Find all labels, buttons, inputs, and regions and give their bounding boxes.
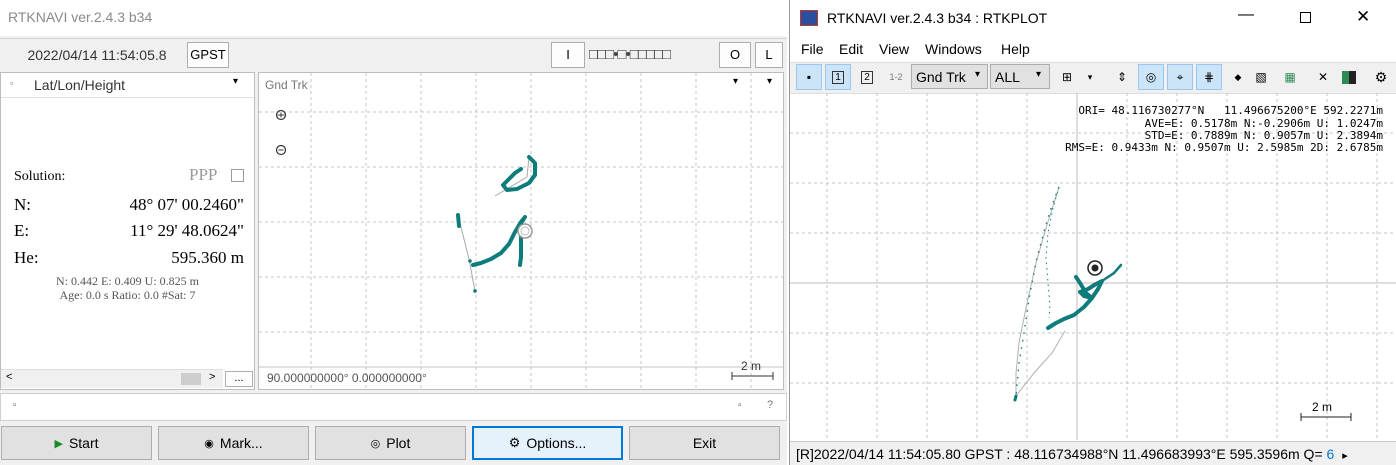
crosshair-icon[interactable]: ⌖ <box>1167 64 1193 90</box>
animation-icon[interactable] <box>1336 64 1362 90</box>
solution-2-button[interactable]: 2 <box>854 64 880 90</box>
panel-menu-icon: ▫ <box>10 78 14 88</box>
map-image-icon[interactable]: ▧ <box>1248 64 1274 90</box>
longitude-label: E: <box>14 221 30 240</box>
rtknavi-title: RTKNAVI ver.2.4.3 b34 <box>8 9 153 25</box>
stream-status-indicator: □□□•□•□□□□□ <box>589 46 671 63</box>
close-icon[interactable]: ✕ <box>1356 7 1370 27</box>
app-icon <box>800 10 818 26</box>
menu-edit[interactable]: Edit <box>839 41 863 57</box>
mark-icon: ◉ <box>204 437 214 450</box>
zoom-in-icon[interactable] <box>275 109 287 121</box>
navi-ground-track-plot <box>259 73 783 389</box>
log-stream-button[interactable]: L <box>755 42 783 68</box>
play-icon: ▶ <box>54 437 63 450</box>
solution-type-dropdown[interactable]: ▫ Lat/Lon/Height ▾ <box>1 73 254 98</box>
solution-mode: PPP <box>189 165 218 184</box>
scale-bar <box>731 372 774 380</box>
menu-help[interactable]: Help <box>1001 41 1030 57</box>
panel-menu-icon[interactable]: ▫ <box>13 400 17 411</box>
horizontal-scrollbar[interactable]: < > <box>1 369 223 388</box>
longitude-value: 11° 29' 48.0624" <box>130 221 244 240</box>
solution-1-button[interactable]: 1 <box>825 64 851 90</box>
more-button[interactable]: ... <box>225 371 253 387</box>
plot-icon: ◎ <box>370 437 381 450</box>
status-arrow-icon[interactable]: ▸ <box>1338 450 1348 462</box>
chevron-down-icon: ▾ <box>233 76 239 87</box>
exit-label: Exit <box>692 435 717 451</box>
gear-icon[interactable]: ⚙ <box>1368 64 1394 90</box>
rtknavi-window: RTKNAVI ver.2.4.3 b34 2022/04/14 11:54:0… <box>0 0 787 465</box>
plot-type-select[interactable]: Gnd Trk ▾ <box>911 64 988 89</box>
satellite-filter-select[interactable]: ALL ▾ <box>990 64 1050 89</box>
options-button[interactable]: ⚙ Options... <box>472 426 623 460</box>
menu-windows[interactable]: Windows <box>925 41 982 57</box>
height-label: He: <box>14 248 39 267</box>
rtknavi-plot-panel[interactable]: Gnd Trk ▾ ▾ 2 m 90.000000000° 0.00000000… <box>258 72 784 390</box>
options-label: Options... <box>526 435 587 451</box>
exit-button[interactable]: Exit <box>629 426 780 460</box>
rtkplot-title: RTKNAVI ver.2.4.3 b34 : RTKPLOT <box>827 10 1048 26</box>
scale-bar <box>1300 413 1352 421</box>
quality-value: 6 <box>1326 446 1335 462</box>
latitude-value: 48° 07' 00.2460" <box>129 195 244 214</box>
time-display[interactable]: 2022/04/14 11:54:05.8 <box>8 44 186 66</box>
rtkplot-status-bar: [R]2022/04/14 11:54:05.80 GPST : 48.1167… <box>790 441 1396 465</box>
plot-label: Plot <box>386 435 411 451</box>
scroll-left-icon[interactable]: < <box>6 371 12 383</box>
show-track-icon[interactable]: ◎ <box>1138 64 1164 90</box>
satellite-filter-value: ALL <box>995 69 1020 85</box>
stats-rms: RMS=E: 0.9433m N: 0.9507m U: 2.5985m 2D:… <box>1065 141 1383 154</box>
solution-1-2-button[interactable]: 1-2 <box>883 64 909 90</box>
minimize-icon[interactable]: — <box>1238 6 1254 24</box>
maximize-icon[interactable] <box>1300 12 1311 23</box>
input-stream-button[interactable]: I <box>551 42 585 68</box>
chevron-down-icon: ▾ <box>1036 69 1042 80</box>
solution-stats-line2: Age: 0.0 s Ratio: 0.0 #Sat: 7 <box>59 288 196 302</box>
gear-icon: ⚙ <box>508 435 521 450</box>
start-label: Start <box>68 435 99 451</box>
solution-label: Solution: <box>14 169 66 184</box>
scroll-right-icon[interactable]: > <box>209 371 215 383</box>
height-value: 595.360 m <box>171 248 244 267</box>
status-position: [R]2022/04/14 11:54:05.80 GPST : 48.1167… <box>796 446 1323 462</box>
output-stream-button[interactable]: O <box>719 42 751 68</box>
plot-button[interactable]: ◎ Plot <box>315 426 466 460</box>
solution-panel: ▫ Lat/Lon/Height ▾ Solution: PPP N: 48° … <box>0 72 255 390</box>
scale-label: 2 m <box>741 359 762 373</box>
plot-type-value: Gnd Trk <box>916 69 966 85</box>
start-button[interactable]: ▶ Start <box>1 426 152 460</box>
latitude-label: N: <box>14 195 31 214</box>
solution-type-label: Lat/Lon/Height <box>34 77 126 93</box>
rtkplot-window: RTKNAVI ver.2.4.3 b34 : RTKPLOT — ✕ File… <box>789 0 1396 465</box>
ground-track <box>1013 186 1123 402</box>
solution-1-toggle[interactable]: ▪ <box>796 64 822 90</box>
chevron-down-icon[interactable]: ▾ <box>1077 64 1103 90</box>
menu-view[interactable]: View <box>879 41 909 57</box>
solution-stats-line1: N: 0.442 E: 0.409 U: 0.825 m <box>56 274 199 288</box>
solution-status-box <box>231 169 244 182</box>
scale-label: 2 m <box>1312 400 1333 414</box>
window-resize-icon[interactable]: ▫ <box>738 400 742 411</box>
time-system-button[interactable]: GPST <box>187 42 229 68</box>
grid-icon[interactable]: ⋕ <box>1196 64 1222 90</box>
mark-button[interactable]: ◉ Mark... <box>158 426 309 460</box>
rtkplot-titlebar: RTKNAVI ver.2.4.3 b34 : RTKPLOT — ✕ <box>790 0 1396 36</box>
map-layer-icon[interactable]: ▦ <box>1277 64 1303 90</box>
chevron-down-icon: ▾ <box>975 69 981 80</box>
help-icon[interactable]: ? <box>767 399 773 411</box>
stats-origin: ORI= 48.116730277°N 11.496675200°E 592.2… <box>1078 104 1383 117</box>
fit-vertical-icon[interactable]: ⇕ <box>1109 64 1135 90</box>
message-panel: ▫ ▫ ? <box>0 393 787 421</box>
zoom-out-icon[interactable] <box>275 144 287 156</box>
plot-origin-coordinates: 90.000000000° 0.000000000° <box>267 371 427 385</box>
ground-track <box>456 155 537 293</box>
rtknavi-titlebar: RTKNAVI ver.2.4.3 b34 <box>0 0 787 36</box>
menu-file[interactable]: File <box>801 41 824 57</box>
clear-icon[interactable]: ✕ <box>1310 64 1336 90</box>
scrollbar-thumb[interactable] <box>181 373 201 385</box>
mark-label: Mark... <box>219 435 263 451</box>
